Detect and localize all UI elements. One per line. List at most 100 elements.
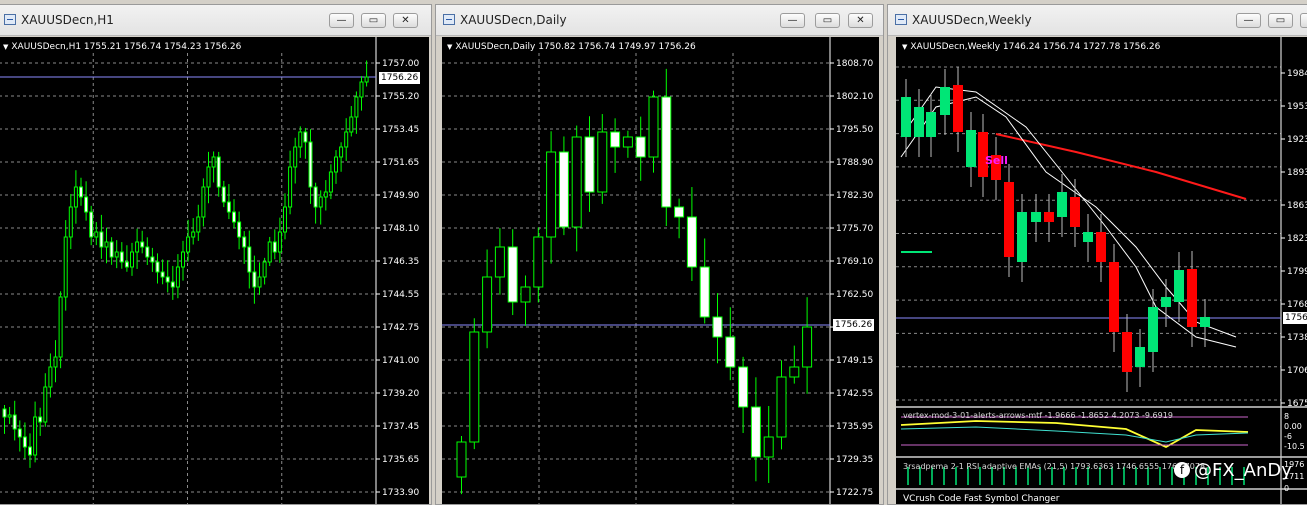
restore-button[interactable]: ▭	[1268, 13, 1293, 28]
triangle-down-icon: ▼	[902, 43, 908, 51]
chart-canvas[interactable]: 1984 1953 1923 1893 1863 1823 1799 1768 1738 1706…	[896, 37, 1307, 504]
restore-button[interactable]: ▭	[361, 13, 386, 28]
price-tick-label: 1893	[1287, 168, 1307, 178]
candle-body	[155, 261, 160, 273]
ma-line	[900, 86, 1237, 348]
candle-body	[584, 136, 595, 193]
price-tick-label: 1749.15	[836, 356, 873, 366]
candle-body	[73, 186, 78, 208]
indicator-tick-label: 0	[1284, 484, 1289, 493]
candle-body	[1174, 270, 1184, 302]
candle-body	[1017, 212, 1027, 262]
price-tick-label: 1823	[1287, 234, 1307, 244]
chart-canvas[interactable]: 1757.00 1755.20 1753.45 1751.65 1749.90 1748.…	[0, 37, 429, 504]
candle-body	[456, 441, 467, 478]
indicator-line	[900, 420, 1249, 449]
chart-window-h1[interactable]: XAUUSDecn,H1 — ▭ ✕ 1757.00 1755.20 1753.45…	[0, 4, 432, 505]
window-titlebar[interactable]: XAUUSDecn,Weekly — ▭ ✕	[888, 5, 1307, 36]
price-tick-label: 1742.75	[382, 323, 419, 333]
minimize-button[interactable]: —	[780, 13, 805, 28]
price-tick-label: 1802.10	[836, 92, 873, 102]
candle-body	[323, 191, 328, 198]
candle-body	[776, 376, 787, 438]
candle-body	[1161, 297, 1171, 307]
candle-body	[79, 186, 83, 198]
candle-body	[914, 107, 924, 137]
price-tick-label: 1746.35	[382, 257, 419, 267]
candle-body	[313, 186, 318, 208]
candle-body	[482, 276, 493, 333]
candle-body	[114, 251, 119, 258]
candle-body	[725, 336, 736, 368]
candle-body	[130, 251, 134, 268]
price-tick-label: 1749.90	[382, 191, 419, 201]
candle-body	[1187, 269, 1197, 327]
candle-body	[1044, 212, 1054, 222]
indicator-tick-label: -10.5	[1284, 442, 1305, 451]
window-titlebar[interactable]: XAUUSDecn,H1 — ▭ ✕	[0, 5, 431, 36]
candle-body	[293, 146, 298, 168]
indicator-vcrush-label: VCrush Code Fast Symbol Changer	[903, 494, 1060, 504]
candle-body	[242, 236, 247, 248]
price-tick-label: 1753.45	[382, 125, 419, 135]
ma-line	[900, 96, 1237, 338]
candle-body	[308, 141, 313, 188]
candle-body	[145, 246, 150, 258]
candle-body	[359, 81, 364, 98]
price-tick-label: 1769.10	[836, 257, 873, 267]
candle-body	[1070, 197, 1080, 227]
candle-body	[150, 256, 155, 263]
candle-body	[597, 131, 608, 193]
candle-body	[38, 416, 43, 423]
chart-canvas[interactable]: 1808.70 1802.10 1795.50 1788.90 1782.30 1775.…	[442, 37, 879, 504]
chart-window-daily[interactable]: XAUUSDecn,Daily — ▭ ✕ 1808.70 1802.10 1795…	[435, 4, 884, 505]
candle-body	[298, 131, 303, 148]
price-tick-label: 1762.50	[836, 290, 873, 300]
candle-body	[2, 408, 7, 418]
price-tick-label: 1706	[1287, 366, 1307, 376]
window-titlebar[interactable]: XAUUSDecn,Daily — ▭ ✕	[436, 5, 883, 36]
candle-body	[334, 156, 338, 173]
candle-body	[1122, 332, 1132, 372]
close-button[interactable]: ✕	[393, 13, 418, 28]
chart-window-icon	[895, 14, 907, 25]
symbol-info: ▼ XAUUSDecn,H1 1755.21 1756.74 1754.23 17…	[3, 42, 242, 52]
indicator-tick-label: 8	[1284, 412, 1289, 421]
candle-body	[763, 436, 774, 458]
candle-body	[750, 406, 761, 458]
candle-body	[104, 241, 109, 248]
candle-body	[610, 131, 621, 148]
candle-body	[789, 366, 800, 378]
chart-window-weekly[interactable]: XAUUSDecn,Weekly — ▭ ✕ 19841953192318931…	[887, 4, 1307, 505]
candle-body	[140, 241, 145, 248]
candle-body	[216, 156, 221, 188]
candle-body	[686, 216, 697, 268]
restore-button[interactable]: ▭	[815, 13, 840, 28]
close-button[interactable]: ✕	[848, 13, 873, 28]
candle-body	[520, 286, 531, 303]
price-tick-label: 1737.45	[382, 422, 419, 432]
price-tick-label: 1751.65	[382, 158, 419, 168]
minimize-button[interactable]: —	[1236, 13, 1261, 28]
candle-body	[237, 221, 242, 238]
candle-body	[135, 241, 140, 253]
candle-body	[33, 416, 38, 456]
candle-body	[94, 231, 99, 238]
candle-body	[1135, 347, 1145, 367]
sell-signal-label: Sell	[985, 154, 1008, 167]
minimize-button[interactable]: —	[329, 13, 354, 28]
candle-body	[1148, 307, 1158, 352]
candle-body	[68, 206, 73, 238]
candle-body	[12, 414, 17, 430]
price-tick-label: 1735.95	[836, 422, 873, 432]
close-button[interactable]: ✕	[1300, 13, 1307, 28]
candle-body	[328, 171, 333, 193]
candle-body	[1200, 317, 1210, 327]
candle-body	[89, 211, 94, 238]
price-tick-label: 1782.30	[836, 191, 873, 201]
price-tick-label: 1775.70	[836, 224, 873, 234]
candle-body	[196, 216, 201, 233]
candle-body	[1109, 262, 1119, 332]
facebook-icon: f	[1174, 462, 1190, 478]
candle-body	[53, 356, 58, 368]
